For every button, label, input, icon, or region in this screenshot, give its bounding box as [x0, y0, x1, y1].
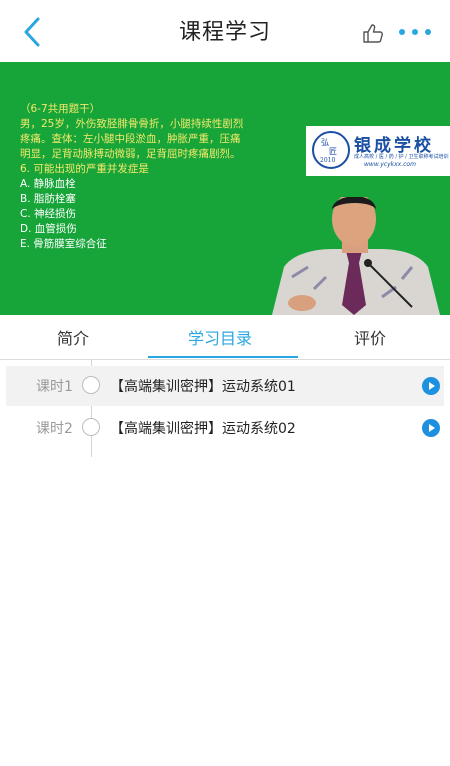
thumbs-up-icon[interactable]	[362, 22, 384, 44]
answer-option: B. 脂肪栓塞	[20, 193, 76, 205]
question-line: 男，25岁，外伤致胫腓骨骨折，小腿持续性剧烈	[20, 118, 244, 130]
tab-intro[interactable]: 简介	[57, 325, 89, 349]
lesson-title: 【高端集训密押】运动系统01	[110, 379, 296, 395]
timeline-node	[82, 418, 100, 436]
teacher-figure	[272, 197, 440, 315]
school-logo: 弘 匠 2010 银成学校 成人高校 / 医 / 药 / 护 / 卫生职称考试培…	[306, 126, 450, 176]
question-line: （6-7共用题干）	[20, 103, 101, 115]
answer-option: E. 骨筋膜室综合征	[20, 238, 107, 250]
active-tab-indicator	[148, 356, 298, 358]
more-dots-icon[interactable]	[398, 26, 432, 38]
answer-option: D. 血管损伤	[20, 223, 77, 235]
tab-reviews[interactable]: 评价	[354, 325, 386, 349]
question-line: 疼痛。查体：左小腿中段淤血，肿胀严重，压痛	[20, 133, 241, 145]
list-item[interactable]: 课时1 【高端集训密押】运动系统01	[6, 366, 444, 406]
question-text: （6-7共用题干） 男，25岁，外伤致胫腓骨骨折，小腿持续性剧烈 疼痛。查体：左…	[20, 102, 280, 252]
lesson-period: 课时2	[36, 421, 73, 437]
school-subtitle: 成人高校 / 医 / 药 / 护 / 卫生职称考试培训	[354, 154, 449, 160]
video-player[interactable]: （6-7共用题干） 男，25岁，外伤致胫腓骨骨折，小腿持续性剧烈 疼痛。查体：左…	[0, 62, 450, 315]
question-line: 明显，足背动脉搏动微弱，足背屈时疼痛剧烈。	[20, 148, 241, 160]
play-icon[interactable]	[422, 377, 440, 395]
tab-catalog[interactable]: 学习目录	[188, 325, 252, 349]
lesson-title: 【高端集训密押】运动系统02	[110, 421, 296, 437]
school-seal: 弘 匠 2010	[312, 131, 350, 169]
answer-option: A. 静脉血栓	[20, 178, 76, 190]
timeline-node	[82, 376, 100, 394]
app-header: 课程学习	[0, 0, 450, 63]
lesson-period: 课时1	[36, 379, 73, 395]
answer-option: C. 神经损伤	[20, 208, 77, 220]
question-line: 6. 可能出现的严重并发症是	[20, 163, 149, 175]
school-url: www.ycykxx.com	[364, 161, 416, 168]
list-item[interactable]: 课时2 【高端集训密押】运动系统02	[6, 408, 444, 448]
tab-bar: 简介 学习目录 评价	[0, 315, 450, 360]
play-icon[interactable]	[422, 419, 440, 437]
